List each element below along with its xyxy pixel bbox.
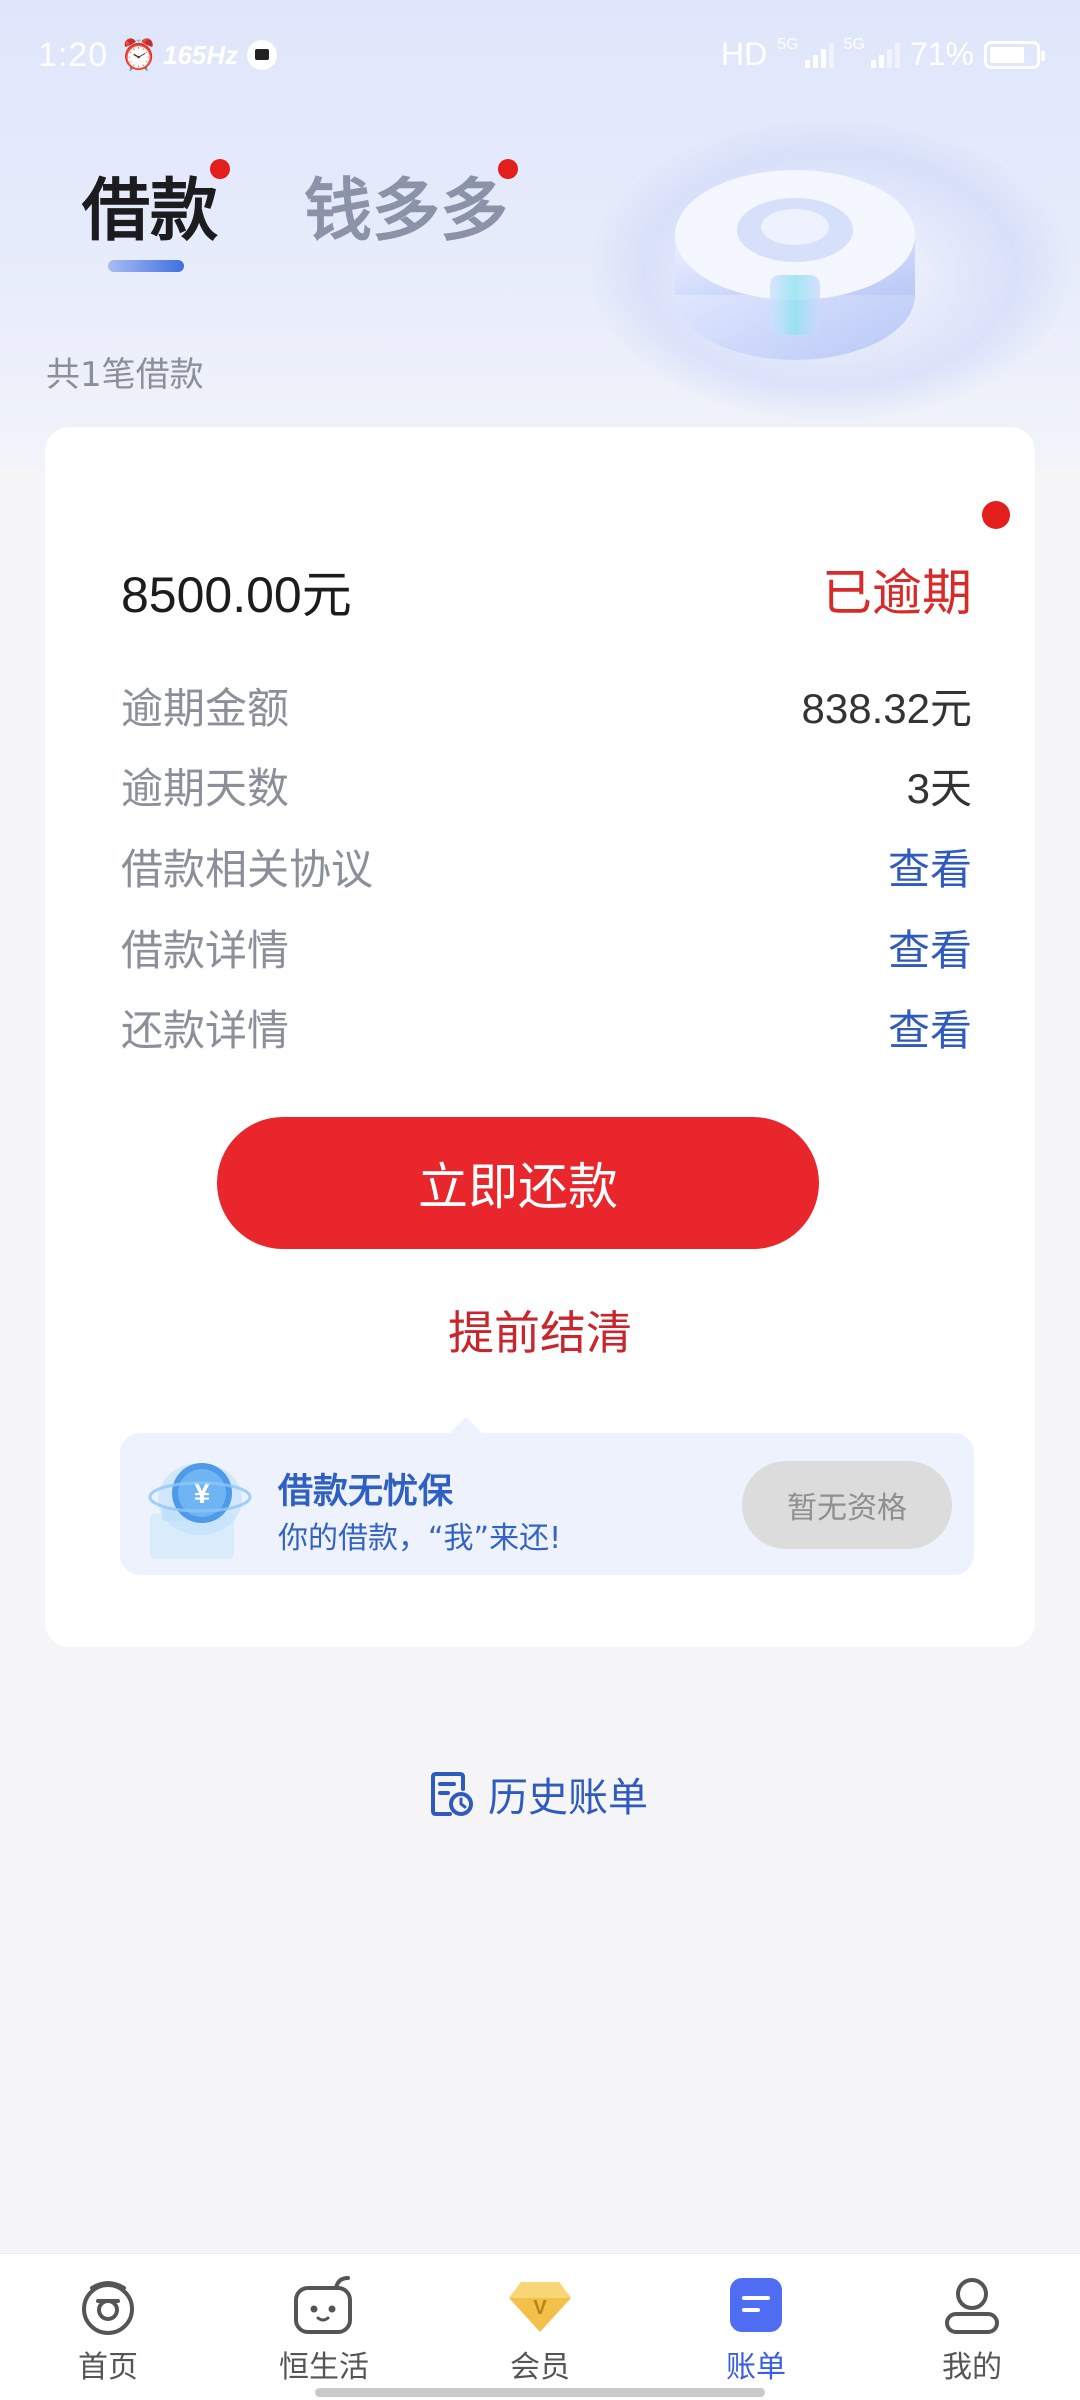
- nav-item-profile[interactable]: 我的: [902, 2274, 1042, 2386]
- status-right-group: HD 5G 5G 71%: [721, 36, 1045, 73]
- row-loan-agreements: 借款相关协议 查看: [121, 836, 972, 896]
- view-loan-details-link[interactable]: 查看: [888, 917, 972, 978]
- row-label: 还款详情: [121, 1006, 290, 1055]
- home-indicator[interactable]: [315, 2388, 765, 2397]
- early-settlement-link[interactable]: 提前结清: [45, 1297, 1035, 1363]
- repay-now-button[interactable]: 立即还款: [217, 1117, 819, 1249]
- life-icon: [294, 2276, 352, 2334]
- notification-app-icon: [247, 40, 277, 70]
- insurance-box-pointer: [450, 1417, 482, 1433]
- loan-card: 8500.00元 已逾期 逾期金额 838.32元 逾期天数 3天 借款相关协议…: [45, 427, 1035, 1647]
- insurance-subtitle: 你的借款，“我”来还!: [278, 1521, 562, 1556]
- loan-amount: 8500.00元: [121, 567, 352, 623]
- active-tab-indicator: [108, 260, 184, 272]
- tab-qianduoduo[interactable]: 钱多多: [304, 155, 518, 254]
- tab-qianduoduo-badge: [498, 159, 518, 179]
- signal-icon-1: [804, 42, 834, 68]
- home-icon: [82, 2281, 134, 2335]
- row-label: 借款相关协议: [121, 845, 374, 894]
- nav-item-life[interactable]: 恒生活: [254, 2274, 394, 2386]
- vip-diamond-icon: V: [509, 2282, 571, 2332]
- status-time: 1:20: [38, 36, 109, 74]
- history-bills-link[interactable]: 历史账单: [430, 1766, 648, 1822]
- network-5g-label-2: 5G: [843, 36, 865, 53]
- nav-label-life: 恒生活: [279, 2350, 369, 2385]
- insurance-title: 借款无忧保: [278, 1472, 454, 1512]
- refresh-rate: 165Hz: [163, 40, 239, 70]
- card-badge: [982, 501, 1010, 529]
- history-bills-label: 历史账单: [488, 1775, 648, 1821]
- nav-item-vip[interactable]: V 会员: [470, 2274, 610, 2386]
- tab-loan-label: 借款: [82, 172, 219, 251]
- tab-loan-badge: [210, 159, 230, 179]
- battery-percent: 71%: [909, 36, 974, 72]
- view-agreements-link[interactable]: 查看: [888, 836, 972, 897]
- row-overdue-amount: 逾期金额 838.32元: [121, 675, 972, 735]
- not-eligible-button[interactable]: 暂无资格: [742, 1461, 952, 1549]
- battery-icon: [984, 40, 1045, 69]
- row-repayment-details: 还款详情 查看: [121, 997, 972, 1057]
- bill-icon: [730, 2278, 782, 2332]
- row-label: 逾期金额: [121, 684, 290, 733]
- nav-label-profile: 我的: [942, 2350, 1002, 2385]
- overdue-status: 已逾期: [822, 564, 972, 622]
- row-label: 逾期天数: [121, 764, 290, 813]
- nav-item-bill[interactable]: 账单: [686, 2274, 826, 2386]
- loan-insurance-banner[interactable]: ¥ 借款无忧保 你的借款，“我”来还! 暂无资格: [120, 1433, 974, 1575]
- hd-indicator: HD: [721, 36, 768, 72]
- row-label: 借款详情: [121, 926, 290, 975]
- decoration-coin-icon: [675, 170, 915, 360]
- status-bar: 1:20 ⏰ 165Hz HD 5G 5G 71%: [0, 0, 1080, 110]
- yuan-coin-icon: ¥: [148, 1463, 252, 1559]
- nav-item-home[interactable]: 首页: [38, 2274, 178, 2386]
- history-bill-icon: [431, 1772, 473, 1816]
- row-overdue-days: 逾期天数 3天: [121, 755, 972, 815]
- row-value: 3天: [906, 765, 972, 812]
- bottom-navigation: 首页 恒生活 V 会员 账单 我的: [0, 2253, 1080, 2400]
- signal-icon-2: [870, 42, 900, 68]
- svg-text:V: V: [533, 2297, 547, 2319]
- network-5g-label-1: 5G: [777, 36, 799, 53]
- nav-label-bill: 账单: [726, 2350, 786, 2385]
- nav-label-vip: 会员: [510, 2350, 570, 2385]
- row-value: 838.32元: [801, 685, 972, 732]
- profile-icon: [945, 2278, 999, 2334]
- nav-label-home: 首页: [78, 2350, 138, 2385]
- tab-loan[interactable]: 借款: [82, 155, 230, 254]
- tab-qianduoduo-label: 钱多多: [304, 172, 509, 251]
- row-loan-details: 借款详情 查看: [121, 917, 972, 977]
- alarm-icon: ⏰: [120, 39, 158, 72]
- loan-count: 共1笔借款: [46, 355, 204, 395]
- view-repayment-details-link[interactable]: 查看: [888, 997, 972, 1058]
